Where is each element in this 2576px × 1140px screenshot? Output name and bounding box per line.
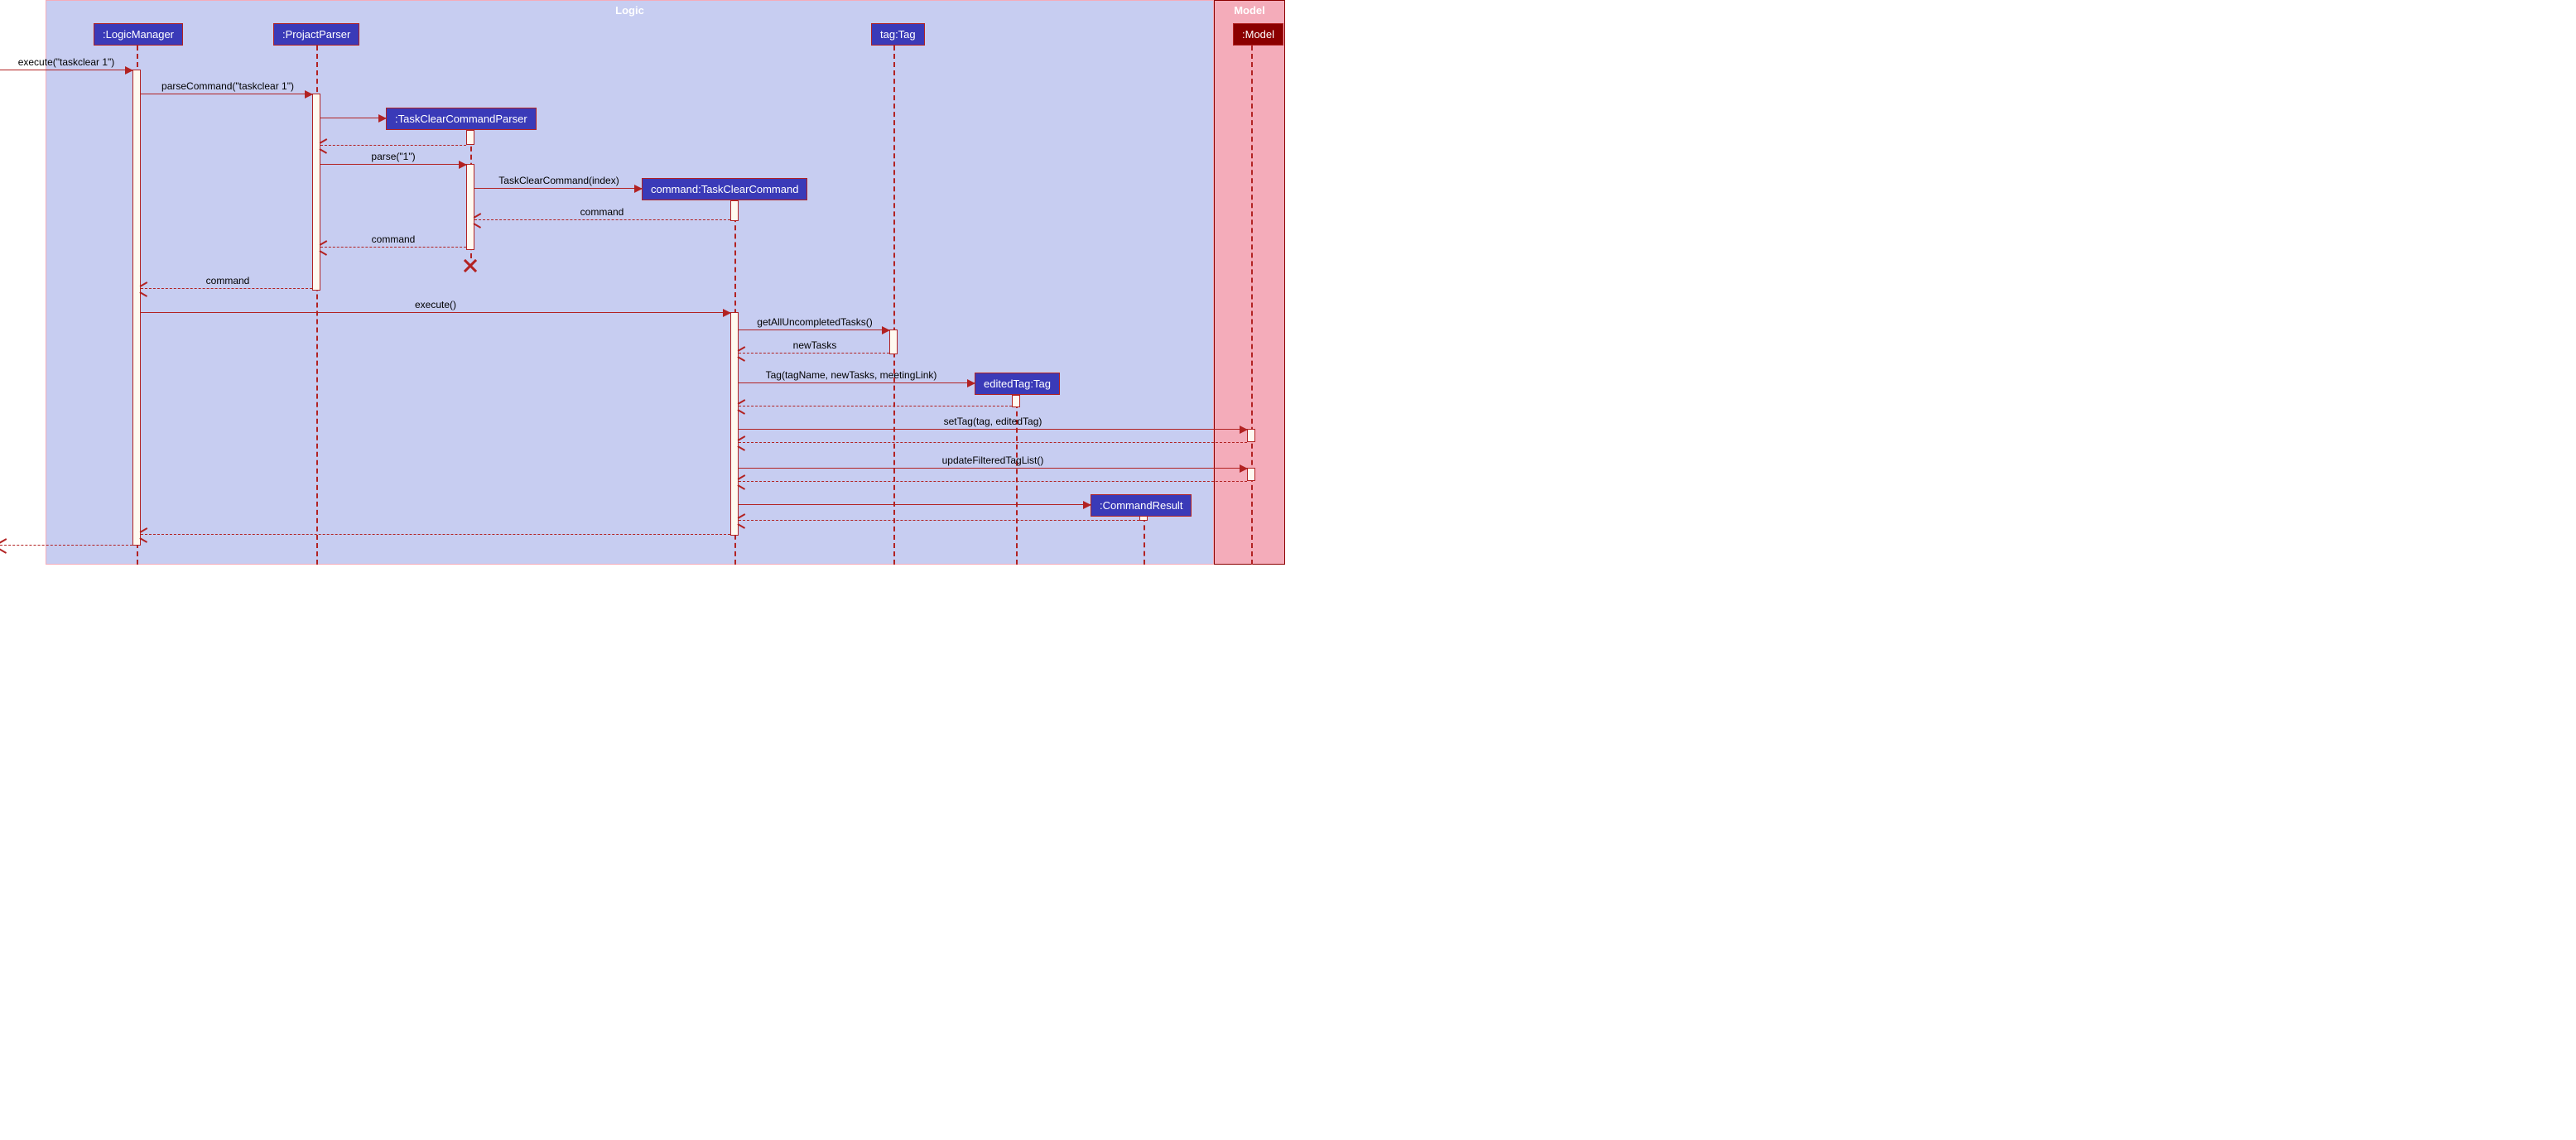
msg-execute-command (141, 312, 730, 313)
activation-projact-parser (312, 94, 320, 291)
participant-projact-parser: :ProjactParser (273, 23, 359, 46)
participant-model: :Model (1233, 23, 1283, 46)
msg-get-tasks-label: getAllUncompletedTasks() (757, 316, 872, 328)
msg-execute-label: execute("taskclear 1") (18, 56, 115, 68)
msg-return-tccp-create (320, 145, 466, 146)
msg-create-command-label: TaskClearCommand(index) (498, 175, 619, 186)
msg-return-command (474, 219, 730, 220)
msg-execute-command-label: execute() (415, 299, 456, 310)
msg-parse-label: parse("1") (371, 151, 415, 162)
msg-create-result (739, 504, 1091, 505)
msg-return-parser-label: command (206, 275, 250, 286)
msg-create-edited-tag-label: Tag(tagName, newTasks, meetingLink) (766, 369, 937, 381)
activation-edited-tag (1012, 395, 1020, 407)
msg-update-list (739, 468, 1247, 469)
msg-return-set-tag (739, 442, 1247, 443)
msg-return-tasks-label: newTasks (793, 339, 837, 351)
msg-return-tccp (320, 247, 466, 248)
participant-tag: tag:Tag (871, 23, 925, 46)
participant-command: command:TaskClearCommand (642, 178, 807, 200)
msg-create-command (474, 188, 642, 189)
msg-parsecommand-label: parseCommand("taskclear 1") (161, 80, 294, 92)
activation-model-2 (1247, 468, 1255, 481)
module-logic-title: Logic (615, 4, 644, 17)
msg-create-edited-tag (739, 382, 975, 383)
lifeline-model (1251, 46, 1253, 565)
msg-return-external (0, 545, 132, 546)
lifeline-tag (893, 46, 895, 565)
activation-model-1 (1247, 429, 1255, 442)
msg-return-exec (141, 534, 730, 535)
module-model-title: Model (1234, 4, 1265, 17)
lifeline-cmd-result (1144, 517, 1145, 565)
msg-return-parser (141, 288, 312, 289)
msg-return-tasks (739, 353, 889, 354)
msg-return-update-list (739, 481, 1247, 482)
activation-command-create (730, 200, 739, 221)
activation-tag (889, 329, 898, 354)
msg-return-tccp-label: command (372, 233, 416, 245)
activation-logic-manager (132, 70, 141, 546)
msg-parse (320, 164, 466, 165)
destroy-tccp (462, 257, 479, 274)
msg-return-command-label: command (580, 206, 624, 218)
msg-get-tasks (739, 329, 889, 330)
msg-set-tag-label: setTag(tag, editedTag) (944, 416, 1042, 427)
activation-tccp-create (466, 130, 474, 145)
activation-tccp-parse (466, 164, 474, 250)
activation-command-exec (730, 312, 739, 536)
participant-edited-tag: editedTag:Tag (975, 373, 1060, 395)
participant-tccp: :TaskClearCommandParser (386, 108, 537, 130)
msg-update-list-label: updateFilteredTagList() (942, 455, 1044, 466)
participant-logic-manager: :LogicManager (94, 23, 183, 46)
sequence-diagram: Logic Model :LogicManager :ProjactParser… (0, 0, 1288, 570)
msg-return-result (739, 520, 1139, 521)
participant-cmd-result: :CommandResult (1091, 494, 1192, 517)
msg-set-tag (739, 429, 1247, 430)
